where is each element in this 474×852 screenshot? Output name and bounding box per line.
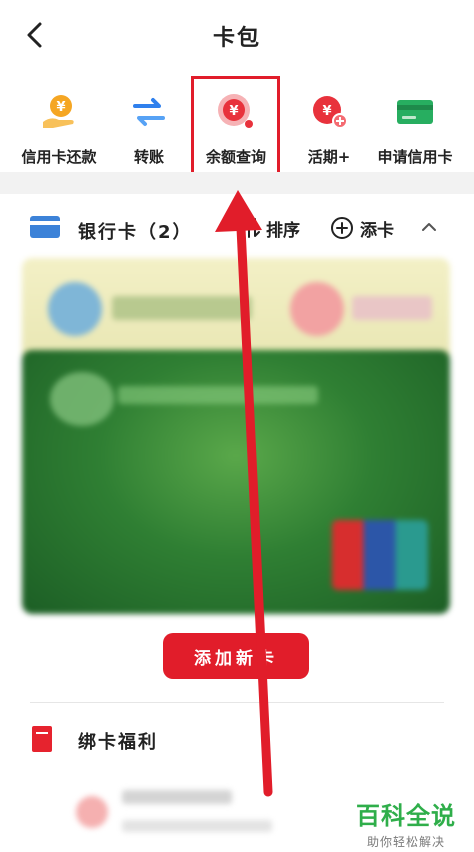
bank-logo-image xyxy=(50,372,114,426)
add-card-label: 添卡 xyxy=(360,220,394,241)
highlight-box xyxy=(191,76,280,177)
divider xyxy=(30,702,444,703)
sort-label: 排序 xyxy=(266,220,300,241)
perk-title-image xyxy=(122,790,232,804)
bank-logo-image xyxy=(48,282,102,336)
page-title: 卡包 xyxy=(212,26,261,51)
list-item[interactable] xyxy=(66,782,286,842)
quick-action-transfer[interactable]: 转账 xyxy=(104,88,194,168)
quick-action-credit-repay[interactable]: ¥ 信用卡还款 xyxy=(14,88,104,168)
add-card-button[interactable]: 添卡 xyxy=(330,216,394,241)
bank-logo-image xyxy=(290,282,344,336)
bank-card-stack[interactable] xyxy=(22,258,450,614)
bank-name-image xyxy=(118,386,318,404)
add-new-card-button[interactable]: 添加新卡 xyxy=(163,633,309,679)
quick-action-demand-plus[interactable]: ¥ 活期+ xyxy=(284,88,374,168)
section-gap xyxy=(0,172,474,194)
bank-card-front[interactable] xyxy=(22,350,450,614)
unionpay-logo-image xyxy=(332,520,428,590)
svg-text:¥: ¥ xyxy=(322,104,331,119)
sort-arrows-icon xyxy=(244,218,260,238)
top-bar: 卡包 xyxy=(0,0,474,70)
bank-name-image xyxy=(112,296,252,320)
swap-arrows-icon xyxy=(133,98,165,126)
perk-subtitle-image xyxy=(122,820,272,832)
bank-cards-title: 银行卡（2） xyxy=(78,222,193,243)
credit-card-icon xyxy=(397,100,433,124)
card-perks-header: 绑卡福利 xyxy=(0,704,474,774)
quick-action-label: 转账 xyxy=(133,148,164,166)
svg-text:¥: ¥ xyxy=(56,100,65,115)
card-perks-title: 绑卡福利 xyxy=(78,732,158,753)
collapse-button[interactable] xyxy=(418,216,440,238)
plus-circle-icon xyxy=(331,217,353,239)
bank-name-image xyxy=(352,296,432,320)
quick-action-label: 活期+ xyxy=(307,148,351,166)
bank-card-icon xyxy=(30,216,60,238)
hand-coin-icon: ¥ xyxy=(43,95,74,128)
sort-button[interactable]: 排序 xyxy=(244,216,300,241)
bank-cards-header: 银行卡（2） 排序 添卡 xyxy=(0,194,474,256)
yen-plus-icon: ¥ xyxy=(313,96,348,129)
perk-logo-image xyxy=(76,796,108,828)
chevron-up-icon xyxy=(422,223,436,231)
red-envelope-icon xyxy=(32,726,52,752)
quick-action-apply-credit-card[interactable]: 申请信用卡 xyxy=(370,88,460,168)
watermark-subtitle: 助你轻松解决 xyxy=(366,835,445,849)
quick-action-label: 信用卡还款 xyxy=(21,148,97,166)
watermark: 百科全说 助你轻松解决 xyxy=(352,796,460,850)
watermark-title: 百科全说 xyxy=(356,802,456,830)
quick-action-label: 申请信用卡 xyxy=(377,148,453,166)
